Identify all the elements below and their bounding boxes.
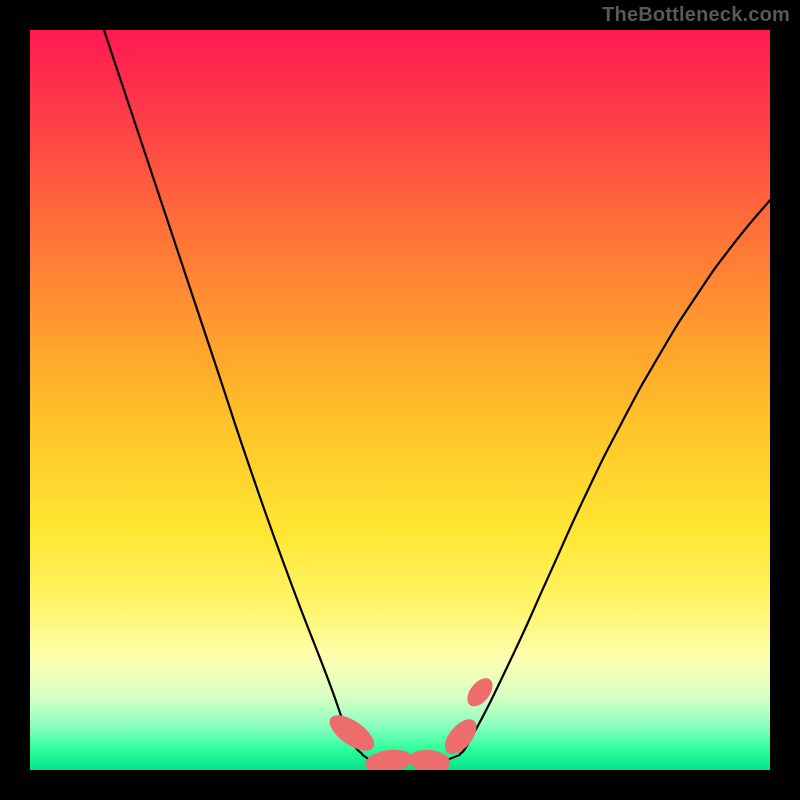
bottleneck-marker-3 — [439, 714, 483, 760]
chart-svg — [30, 30, 770, 770]
bottleneck-marker-0 — [324, 708, 380, 757]
outer-frame: TheBottleneck.com — [0, 0, 800, 800]
chart-plot-area — [30, 30, 770, 770]
bottleneck-marker-1 — [364, 747, 414, 770]
series-right-curve — [459, 200, 770, 755]
series-left-curve — [104, 30, 363, 755]
series-floor-segment — [363, 755, 459, 763]
bottleneck-marker-2 — [408, 748, 452, 770]
watermark-text: TheBottleneck.com — [602, 4, 790, 27]
curve-layer — [104, 30, 770, 764]
marker-layer — [324, 674, 498, 770]
bottleneck-marker-4 — [462, 674, 497, 712]
